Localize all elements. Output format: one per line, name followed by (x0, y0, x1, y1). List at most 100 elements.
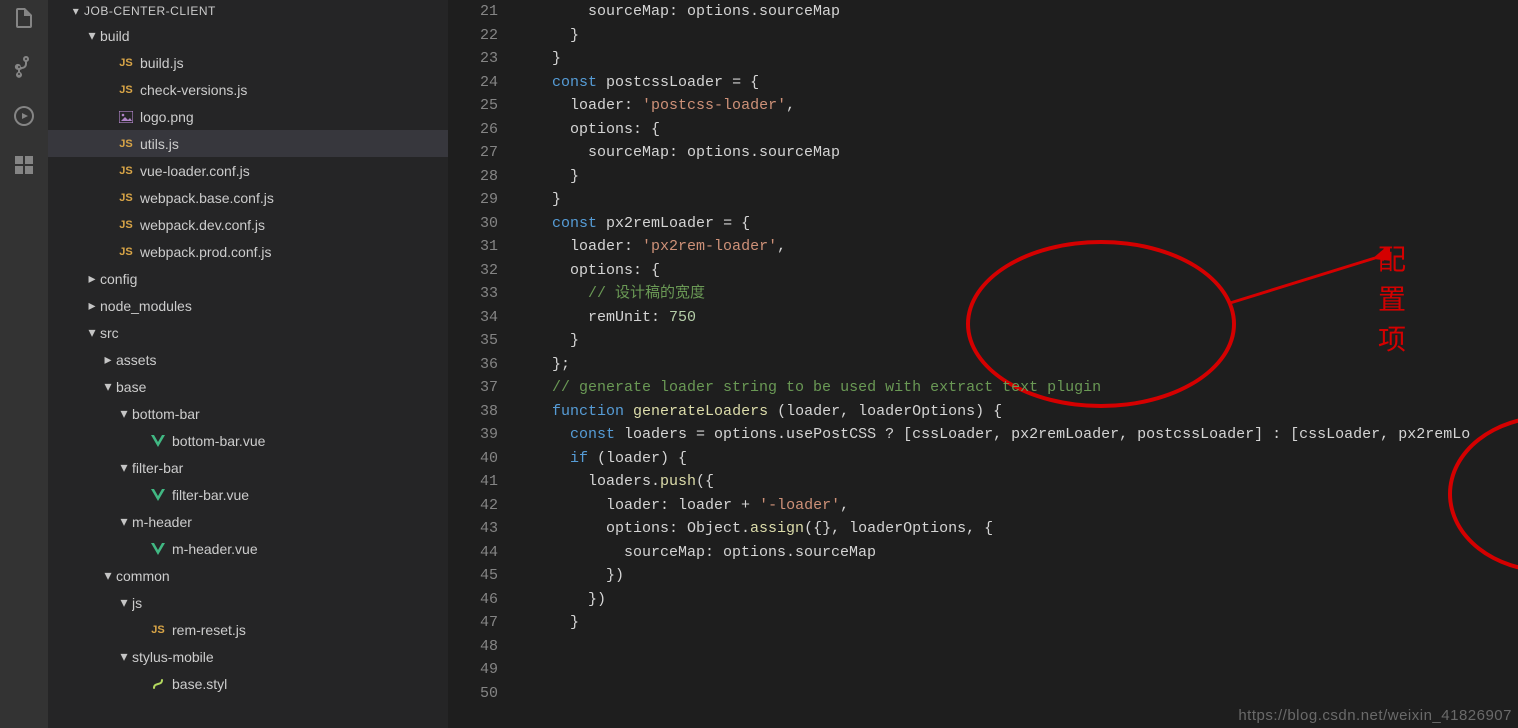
code-line[interactable]: }; (516, 353, 1518, 377)
tree-item-label: filter-bar.vue (172, 487, 448, 503)
line-number: 37 (448, 376, 498, 400)
tree-item[interactable]: JSvue-loader.conf.js (48, 157, 448, 184)
line-number: 38 (448, 400, 498, 424)
code-line[interactable]: // 设计稿的宽度 (516, 282, 1518, 306)
code-line[interactable]: sourceMap: options.sourceMap (516, 0, 1518, 24)
tree-item-label: vue-loader.conf.js (140, 163, 448, 179)
project-header[interactable]: ▾ JOB-CENTER-CLIENT (48, 0, 448, 22)
sidebar: ▾ JOB-CENTER-CLIENT ▾buildJSbuild.jsJSch… (48, 0, 448, 728)
tree-item[interactable]: JSutils.js (48, 130, 448, 157)
tree-item[interactable]: ▾js (48, 589, 448, 616)
tree-item[interactable]: base.styl (48, 670, 448, 697)
tree-item-label: config (100, 271, 448, 287)
tree-item[interactable]: ▾stylus-mobile (48, 643, 448, 670)
code-line[interactable]: remUnit: 750 (516, 306, 1518, 330)
line-number: 45 (448, 564, 498, 588)
code-line[interactable]: }) (516, 588, 1518, 612)
code-line[interactable]: // generate loader string to be used wit… (516, 376, 1518, 400)
code-line[interactable]: function generateLoaders (loader, loader… (516, 400, 1518, 424)
tree-item[interactable]: JSrem-reset.js (48, 616, 448, 643)
chevron-down-icon: ▾ (116, 513, 132, 530)
tree-item[interactable]: JSbuild.js (48, 49, 448, 76)
tree-item[interactable]: JSwebpack.base.conf.js (48, 184, 448, 211)
code-line[interactable]: sourceMap: options.sourceMap (516, 141, 1518, 165)
tree-item-label: assets (116, 352, 448, 368)
code-line[interactable]: loader: 'postcss-loader', (516, 94, 1518, 118)
line-number: 49 (448, 658, 498, 682)
tree-item[interactable]: ▸assets (48, 346, 448, 373)
line-number: 48 (448, 635, 498, 659)
scm-icon[interactable] (12, 55, 36, 84)
tree-item-label: stylus-mobile (132, 649, 448, 665)
tree-item[interactable]: logo.png (48, 103, 448, 130)
tree-item[interactable]: ▸config (48, 265, 448, 292)
code-line[interactable]: } (516, 329, 1518, 353)
code-area[interactable]: 2122232425262728293031323334353637383940… (448, 0, 1518, 728)
app-root: ▾ JOB-CENTER-CLIENT ▾buildJSbuild.jsJSch… (0, 0, 1518, 728)
line-number: 41 (448, 470, 498, 494)
tree-item[interactable]: ▾filter-bar (48, 454, 448, 481)
code-line[interactable]: const px2remLoader = { (516, 212, 1518, 236)
chevron-down-icon: ▾ (68, 4, 84, 18)
line-number: 47 (448, 611, 498, 635)
code-line[interactable]: loader: 'px2rem-loader', (516, 235, 1518, 259)
line-number: 36 (448, 353, 498, 377)
tree-item[interactable]: m-header.vue (48, 535, 448, 562)
tree-item-label: bottom-bar.vue (172, 433, 448, 449)
js-icon: JS (116, 57, 136, 69)
code-lines[interactable]: sourceMap: options.sourceMap } } const p… (516, 0, 1518, 728)
code-line[interactable]: options: { (516, 259, 1518, 283)
code-line[interactable]: }) (516, 564, 1518, 588)
tree-item-label: build (100, 28, 448, 44)
tree-item[interactable]: filter-bar.vue (48, 481, 448, 508)
code-line[interactable]: } (516, 165, 1518, 189)
tree-item[interactable]: ▾src (48, 319, 448, 346)
tree-item-label: rem-reset.js (172, 622, 448, 638)
tree-item[interactable]: bottom-bar.vue (48, 427, 448, 454)
tree-item[interactable]: ▾m-header (48, 508, 448, 535)
files-icon[interactable] (12, 6, 36, 35)
code-line[interactable]: options: { (516, 118, 1518, 142)
line-number: 22 (448, 24, 498, 48)
code-line[interactable]: } (516, 47, 1518, 71)
line-number: 33 (448, 282, 498, 306)
code-line[interactable]: } (516, 188, 1518, 212)
tree-item[interactable]: ▾build (48, 22, 448, 49)
tree-item-label: m-header (132, 514, 448, 530)
chevron-down-icon: ▾ (116, 405, 132, 422)
code-line[interactable]: const loaders = options.usePostCSS ? [cs… (516, 423, 1518, 447)
tree-item[interactable]: ▸node_modules (48, 292, 448, 319)
extensions-icon[interactable] (12, 153, 36, 182)
line-number: 43 (448, 517, 498, 541)
tree-item[interactable]: ▾base (48, 373, 448, 400)
code-line[interactable]: } (516, 24, 1518, 48)
tree-item-label: node_modules (100, 298, 448, 314)
tree-item[interactable]: JSwebpack.dev.conf.js (48, 211, 448, 238)
code-line[interactable]: sourceMap: options.sourceMap (516, 541, 1518, 565)
js-icon: JS (116, 192, 136, 204)
editor[interactable]: 2122232425262728293031323334353637383940… (448, 0, 1518, 728)
code-line[interactable]: } (516, 611, 1518, 635)
line-number: 29 (448, 188, 498, 212)
line-number: 24 (448, 71, 498, 95)
debug-icon[interactable] (12, 104, 36, 133)
line-number: 44 (448, 541, 498, 565)
chevron-down-icon: ▾ (84, 27, 100, 44)
code-line[interactable]: options: Object.assign({}, loaderOptions… (516, 517, 1518, 541)
code-line[interactable]: if (loader) { (516, 447, 1518, 471)
tree-item-label: webpack.prod.conf.js (140, 244, 448, 260)
line-number: 27 (448, 141, 498, 165)
code-line[interactable]: loader: loader + '-loader', (516, 494, 1518, 518)
code-line[interactable]: loaders.push({ (516, 470, 1518, 494)
project-name: JOB-CENTER-CLIENT (84, 4, 216, 18)
tree-item[interactable]: ▾common (48, 562, 448, 589)
code-line[interactable]: const postcssLoader = { (516, 71, 1518, 95)
file-tree[interactable]: ▾buildJSbuild.jsJScheck-versions.jslogo.… (48, 22, 448, 728)
tree-item[interactable]: JScheck-versions.js (48, 76, 448, 103)
tree-item-label: utils.js (140, 136, 448, 152)
chevron-down-icon: ▾ (84, 324, 100, 341)
tree-item-label: common (116, 568, 448, 584)
tree-item[interactable]: ▾bottom-bar (48, 400, 448, 427)
tree-item[interactable]: JSwebpack.prod.conf.js (48, 238, 448, 265)
line-number: 26 (448, 118, 498, 142)
